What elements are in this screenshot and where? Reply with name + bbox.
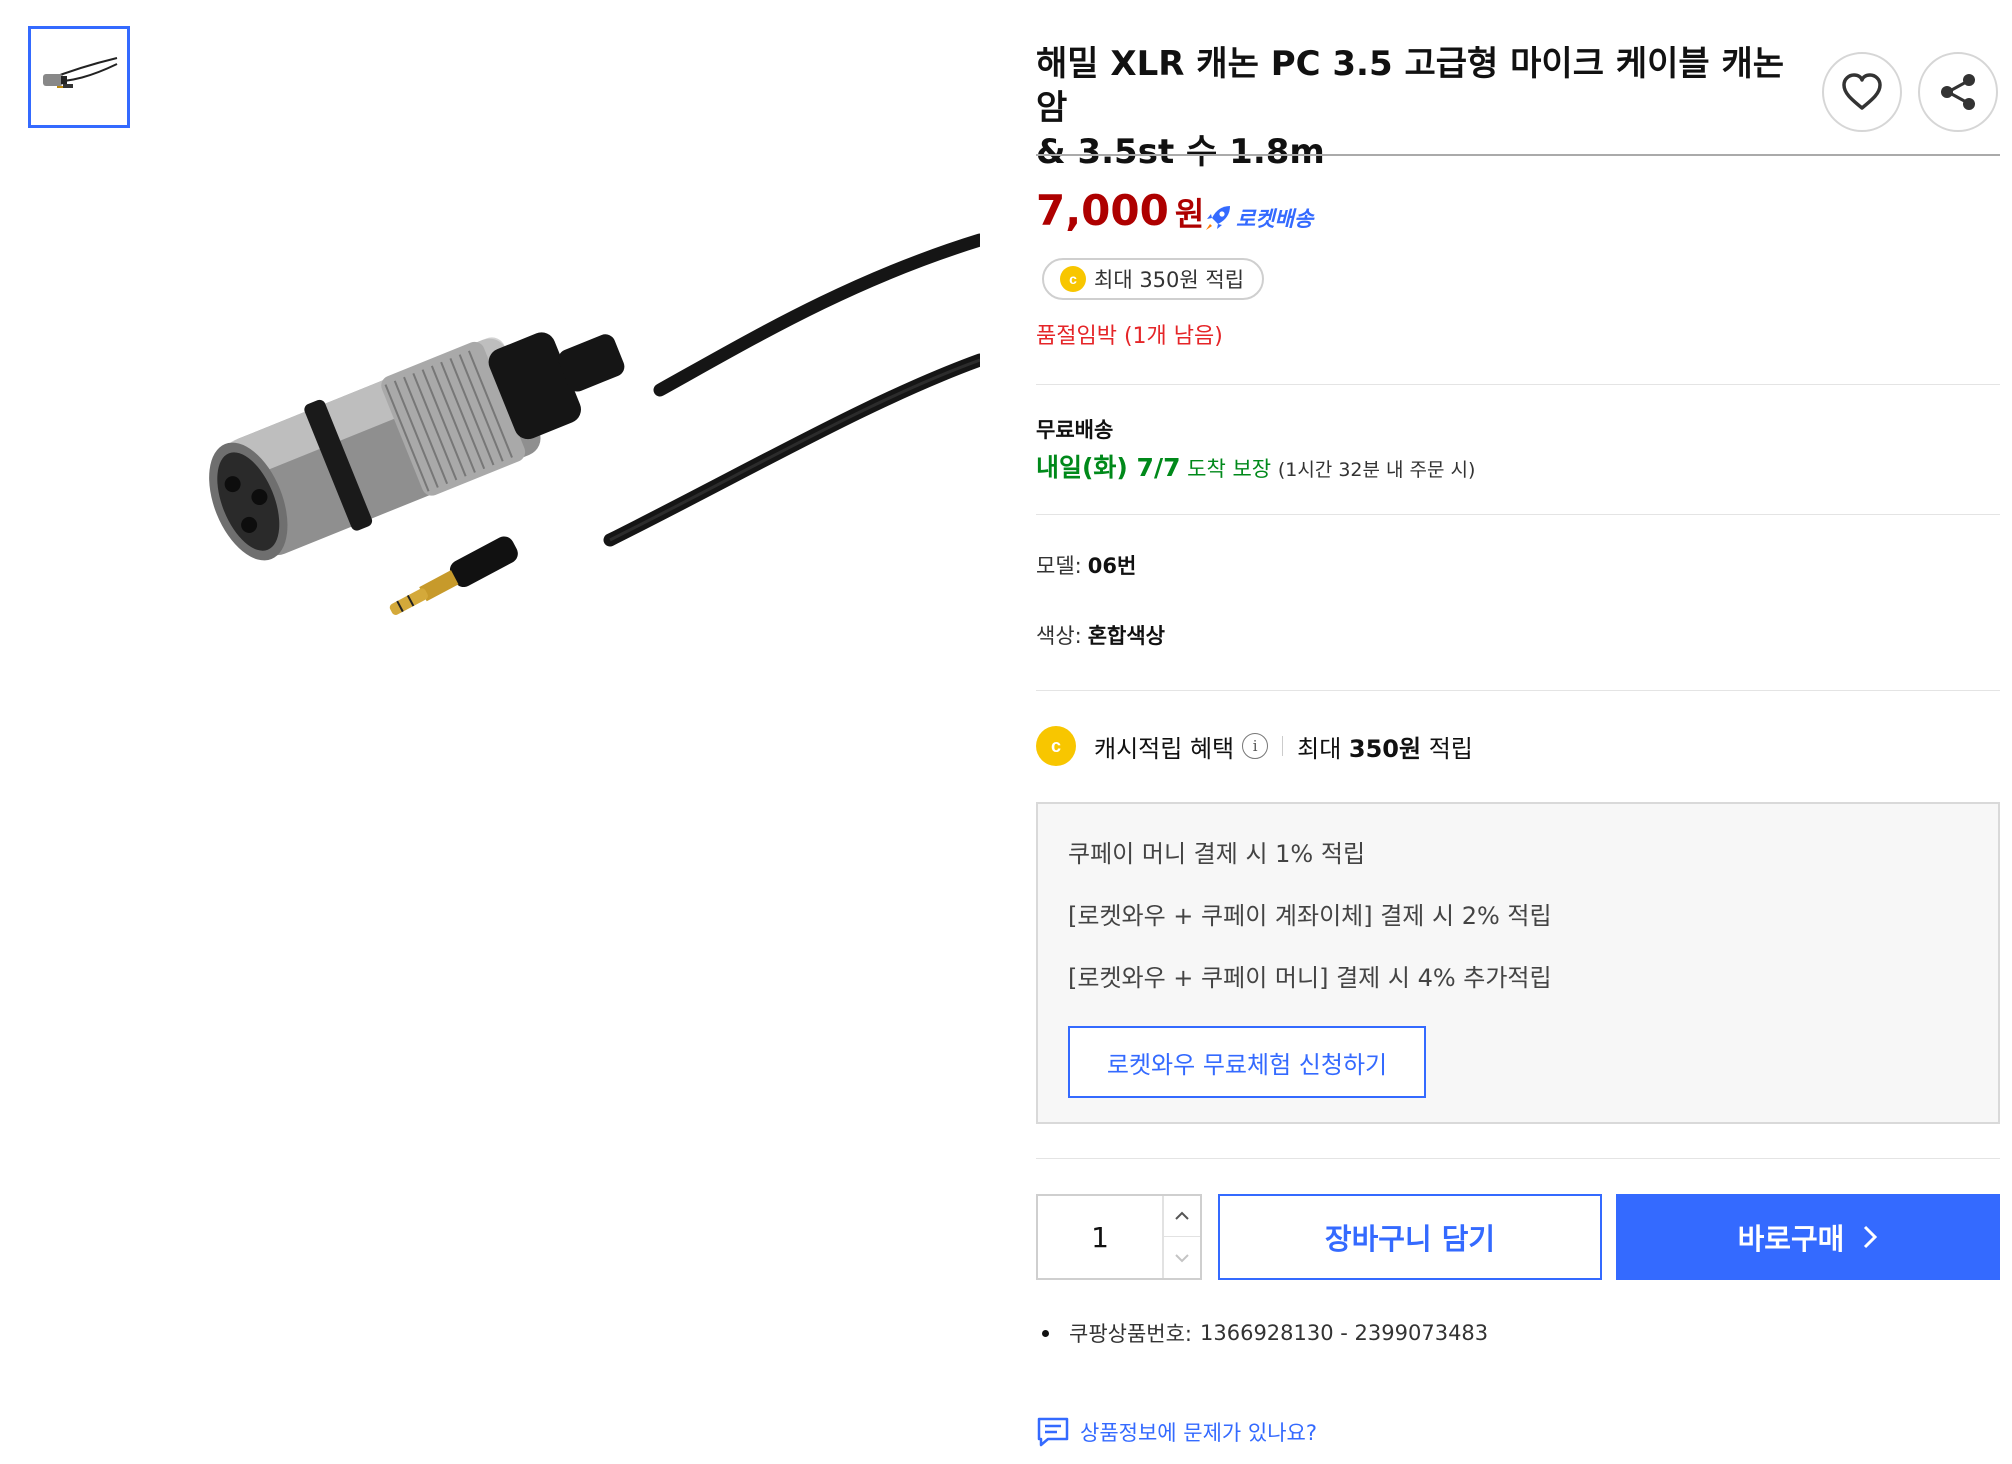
arrival-guarantee: 도착 보장 [1187, 457, 1272, 481]
model-label: 모델: [1036, 554, 1082, 578]
report-link-label: 상품정보에 문제가 있나요? [1080, 1421, 1318, 1445]
cash-benefit-max-suffix: 적립 [1421, 734, 1473, 763]
thumbnail-cable-image [43, 57, 118, 88]
model-option: 모델: 06번 [1036, 550, 1136, 580]
add-to-cart-button[interactable]: 장바구니 담기 [1218, 1194, 1602, 1280]
cash-benefit-max-prefix: 최대 [1297, 734, 1349, 763]
arrival-info: 내일(화) 7/7 도착 보장 (1시간 32분 내 주문 시) [1036, 448, 1475, 484]
share-icon [1941, 74, 1975, 110]
product-number: 쿠팡상품번호: 1366928130 - 2399073483 [1036, 1318, 1488, 1348]
cash-benefit-max: 최대 350원 적립 [1297, 729, 1473, 764]
divider [1036, 1158, 2000, 1159]
buy-now-label: 바로구매 [1737, 1222, 1845, 1256]
color-option: 색상: 혼합색상 [1036, 620, 1165, 650]
shipping-title: 무료배송 [1036, 418, 1114, 442]
payment-benefit-box: 쿠페이 머니 결제 시 1% 적립 [로켓와우 + 쿠페이 계좌이체] 결제 시… [1036, 802, 2000, 1124]
coin-icon: c [1060, 266, 1086, 292]
price-unit: 원 [1174, 195, 1205, 233]
divider [1036, 384, 2000, 385]
cash-reward-text: 최대 350원 적립 [1094, 268, 1245, 292]
arrival-date: 내일(화) 7/7 [1036, 453, 1181, 482]
product-number-value: 1366928130 - 2399073483 [1200, 1321, 1489, 1345]
rocket-delivery-badge: 로켓배송 [1204, 203, 1313, 233]
product-main-image [190, 220, 987, 640]
wishlist-button[interactable] [1822, 52, 1902, 132]
payment-benefit-line: 쿠페이 머니 결제 시 1% 적립 [1068, 840, 1366, 868]
cash-reward-pill: c 최대 350원 적립 [1042, 258, 1265, 300]
share-button[interactable] [1918, 52, 1998, 132]
cash-benefit-row: c 캐시적립 혜택 i 최대 350원 적립 [1036, 726, 1473, 766]
cash-benefit-label: 캐시적립 혜택 [1094, 734, 1235, 763]
chevron-right-icon [1864, 1225, 1878, 1249]
buy-now-button[interactable]: 바로구매 [1616, 1194, 2000, 1280]
price: 7,000 원 [1036, 186, 1204, 235]
payment-benefit-line: [로켓와우 + 쿠페이 머니] 결제 시 4% 추가적립 [1068, 964, 1552, 992]
color-label: 색상: [1036, 624, 1082, 648]
divider [1036, 514, 2000, 515]
product-info-panel: 해밀 XLR 캐논 PC 3.5 고급형 마이크 케이블 캐논 암 & 3.5s… [1036, 0, 2000, 1464]
separator [1282, 736, 1284, 756]
quantity-increase-button[interactable] [1162, 1196, 1200, 1237]
color-value: 혼합색상 [1087, 624, 1165, 648]
title-divider [1036, 154, 2000, 156]
product-title-line1: 해밀 XLR 캐논 PC 3.5 고급형 마이크 케이블 캐논 암 [1036, 44, 1785, 128]
heart-icon [1842, 73, 1882, 110]
arrival-condition: (1시간 32분 내 주문 시) [1277, 459, 1476, 481]
product-thumbnail[interactable] [28, 26, 130, 128]
rocket-delivery-label: 로켓배송 [1236, 207, 1314, 231]
quantity-decrease-button[interactable] [1162, 1237, 1200, 1278]
quantity-input[interactable]: 1 [1038, 1196, 1162, 1278]
product-title-line2: & 3.5st 수 1.8m [1036, 132, 1325, 172]
bullet [1042, 1329, 1049, 1337]
cash-benefit-max-amount: 350원 [1348, 734, 1422, 763]
coin-icon: c [1036, 726, 1076, 766]
rocket-icon [1206, 206, 1230, 230]
info-icon[interactable]: i [1242, 733, 1269, 759]
model-value: 06번 [1087, 554, 1137, 578]
rocket-wow-trial-button[interactable]: 로켓와우 무료체험 신청하기 [1068, 1026, 1426, 1098]
report-product-info-link[interactable]: 상품정보에 문제가 있나요? [1036, 1416, 1317, 1448]
payment-benefit-line: [로켓와우 + 쿠페이 계좌이체] 결제 시 2% 적립 [1068, 902, 1552, 930]
quantity-stepper: 1 [1036, 1194, 1202, 1280]
product-number-label: 쿠팡상품번호: [1069, 1322, 1192, 1346]
chat-icon [1037, 1417, 1069, 1447]
stock-notice: 품절임박 (1개 남음) [1036, 324, 1223, 349]
price-amount: 7,000 [1036, 186, 1169, 235]
chevron-up-icon [1175, 1211, 1189, 1220]
divider [1036, 690, 2000, 691]
chevron-down-icon [1175, 1253, 1189, 1262]
